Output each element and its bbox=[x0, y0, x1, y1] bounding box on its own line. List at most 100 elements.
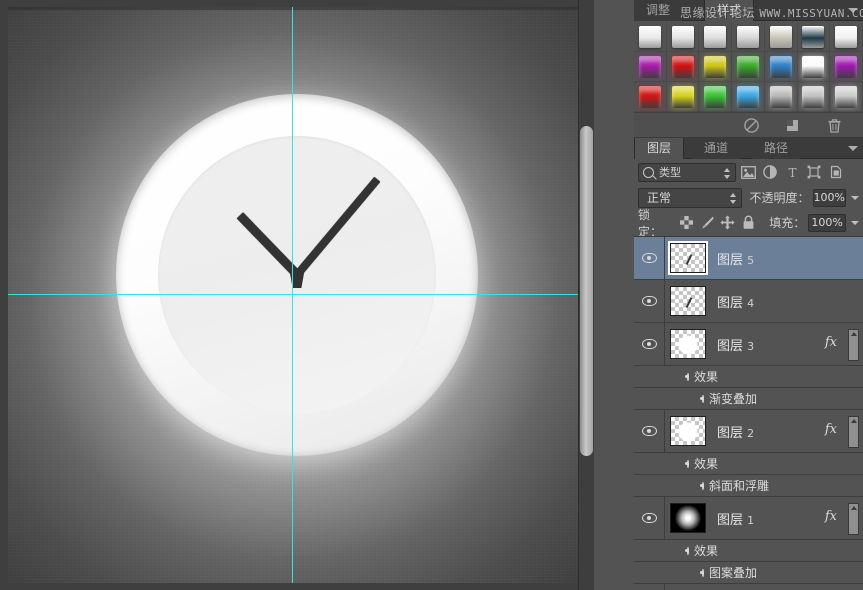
swatch-cell[interactable] bbox=[699, 22, 733, 52]
effect-visibility-toggle[interactable] bbox=[634, 394, 704, 403]
layer-thumbnail[interactable] bbox=[670, 329, 706, 359]
flat-white-style[interactable] bbox=[671, 25, 694, 48]
swatch-cell[interactable] bbox=[732, 52, 765, 82]
layer-effect-row[interactable]: 斜面和浮雕 bbox=[634, 475, 863, 497]
layer-list[interactable]: 图层 5 图层 4 图层 3 fx 效果 渐变叠加 图层 2 fx 效果 斜面和浮雕 图层 1 fx 效… bbox=[634, 236, 863, 590]
swatch-cell[interactable] bbox=[666, 22, 700, 52]
layer-effect-row[interactable]: 渐变叠加 bbox=[634, 388, 863, 410]
layer-thumbnail[interactable] bbox=[668, 241, 708, 275]
filter-adjustment-layers-icon[interactable] bbox=[760, 162, 780, 182]
swatch-cell[interactable] bbox=[666, 52, 700, 82]
layer-thumbnail[interactable] bbox=[670, 416, 706, 446]
red-gel-style[interactable] bbox=[671, 55, 694, 78]
layer-effects-expand-toggle[interactable] bbox=[848, 329, 859, 361]
blend-mode-select[interactable]: 正常 bbox=[638, 187, 742, 208]
tab-paths[interactable]: 路径 bbox=[752, 138, 801, 159]
layer-row[interactable]: 图层 2 fx bbox=[634, 410, 863, 453]
canvas-area[interactable] bbox=[0, 0, 578, 590]
swatch-cell[interactable] bbox=[797, 52, 831, 82]
new-style-icon[interactable] bbox=[784, 117, 801, 134]
filter-shape-layers-icon[interactable] bbox=[804, 162, 824, 182]
swatch-cell[interactable] bbox=[699, 82, 733, 112]
delete-style-icon[interactable] bbox=[826, 117, 843, 134]
layer-name-label[interactable]: 图层 5 bbox=[717, 249, 754, 268]
layer-name-label[interactable]: 图层 1 bbox=[717, 509, 754, 528]
horizontal-guide[interactable] bbox=[8, 294, 578, 295]
layer-visibility-toggle[interactable] bbox=[634, 323, 665, 365]
lock-all-icon[interactable] bbox=[740, 214, 757, 231]
beige-satin-style[interactable] bbox=[769, 25, 792, 48]
layer-effects-expand-toggle[interactable] bbox=[848, 416, 859, 448]
swatch-cell[interactable] bbox=[732, 82, 765, 112]
vertical-guide[interactable] bbox=[292, 7, 293, 583]
stepper-icon[interactable] bbox=[729, 192, 737, 204]
fill-dropdown-arrow-icon[interactable] bbox=[851, 220, 859, 225]
swatch-cell[interactable] bbox=[699, 52, 733, 82]
default-style[interactable] bbox=[638, 25, 661, 48]
lock-image-pixels-icon[interactable] bbox=[699, 214, 716, 231]
fill-input[interactable]: 100% bbox=[808, 213, 846, 232]
green-gel-style[interactable] bbox=[736, 55, 759, 78]
opacity-input[interactable]: 100% bbox=[812, 188, 846, 207]
page-curl-style[interactable] bbox=[835, 85, 858, 108]
swatch-cell[interactable] bbox=[830, 52, 863, 82]
effect-visibility-toggle[interactable] bbox=[634, 481, 704, 490]
layer-row[interactable]: 图层 4 bbox=[634, 280, 863, 323]
layer-effects-group-row[interactable]: 效果 bbox=[634, 453, 863, 475]
magenta-gel-style[interactable] bbox=[638, 55, 661, 78]
document-canvas[interactable] bbox=[8, 7, 578, 583]
filter-type-layers-icon[interactable]: T bbox=[782, 162, 802, 182]
swatch-cell[interactable] bbox=[830, 22, 863, 52]
layer-effects-expand-toggle[interactable] bbox=[848, 503, 859, 535]
dark-teal-style[interactable] bbox=[802, 25, 825, 48]
layer-row[interactable]: 图层 5 bbox=[634, 237, 863, 280]
white-glow-style[interactable] bbox=[802, 55, 825, 78]
layer-name-label[interactable]: 图层 4 bbox=[717, 292, 754, 311]
swatch-cell[interactable] bbox=[764, 52, 798, 82]
clear-style-icon[interactable] bbox=[743, 117, 760, 134]
layer-effects-fx-icon[interactable]: fx bbox=[825, 509, 837, 524]
swatch-cell[interactable] bbox=[634, 52, 667, 82]
layer-thumbnail[interactable] bbox=[670, 503, 706, 533]
layer-effects-group-row[interactable]: 效果 bbox=[634, 366, 863, 388]
tab-adjustments[interactable]: 调整 bbox=[634, 0, 683, 21]
swatch-cell[interactable] bbox=[764, 22, 798, 52]
lock-transparent-pixels-icon[interactable] bbox=[678, 214, 695, 231]
swatch-cell[interactable] bbox=[764, 82, 798, 112]
panel-menu-arrow-icon[interactable] bbox=[848, 146, 858, 151]
layer-effects-fx-icon[interactable]: fx bbox=[825, 335, 837, 350]
swatch-cell[interactable] bbox=[830, 82, 863, 112]
effect-visibility-toggle[interactable] bbox=[634, 459, 689, 468]
opacity-dropdown-arrow-icon[interactable] bbox=[851, 195, 859, 200]
layer-row[interactable]: 图层 3 fx bbox=[634, 323, 863, 366]
visibility-eye-icon[interactable] bbox=[641, 296, 657, 306]
tab-channels[interactable]: 通道 bbox=[692, 138, 741, 159]
layer-visibility-toggle[interactable] bbox=[634, 280, 665, 322]
panel-menu-arrow-icon[interactable] bbox=[848, 8, 858, 13]
canvas-vertical-scrollbar-thumb[interactable] bbox=[580, 126, 593, 456]
soft-white-style[interactable] bbox=[835, 25, 858, 48]
tab-layers[interactable]: 图层 bbox=[634, 138, 685, 159]
swatch-cell[interactable] bbox=[732, 22, 765, 52]
layer-visibility-toggle[interactable] bbox=[634, 584, 665, 590]
filter-smart-object-icon[interactable] bbox=[826, 162, 846, 182]
layer-row[interactable]: 图层 1 fx bbox=[634, 497, 863, 540]
yellow-gel-style[interactable] bbox=[704, 55, 727, 78]
layer-effect-row[interactable]: 图案叠加 bbox=[634, 562, 863, 584]
layer-visibility-toggle[interactable] bbox=[634, 237, 665, 279]
layer-effects-fx-icon[interactable]: fx bbox=[825, 422, 837, 437]
swatch-cell[interactable] bbox=[634, 22, 667, 52]
effect-visibility-toggle[interactable] bbox=[634, 546, 689, 555]
layer-row[interactable]: 背景 bbox=[634, 584, 863, 590]
swatch-cell[interactable] bbox=[797, 82, 831, 112]
layer-thumbnail[interactable] bbox=[670, 286, 706, 316]
tab-styles[interactable]: 样式 bbox=[704, 0, 755, 21]
style-swatch-grid[interactable] bbox=[634, 22, 863, 112]
layer-name-label[interactable]: 图层 2 bbox=[717, 422, 754, 441]
outlined-white-style[interactable] bbox=[704, 25, 727, 48]
blue-gel-style[interactable] bbox=[769, 55, 792, 78]
swatch-cell[interactable] bbox=[797, 22, 831, 52]
swatch-cell[interactable] bbox=[666, 82, 700, 112]
layer-visibility-toggle[interactable] bbox=[634, 497, 665, 539]
folded-paper-style[interactable] bbox=[736, 25, 759, 48]
